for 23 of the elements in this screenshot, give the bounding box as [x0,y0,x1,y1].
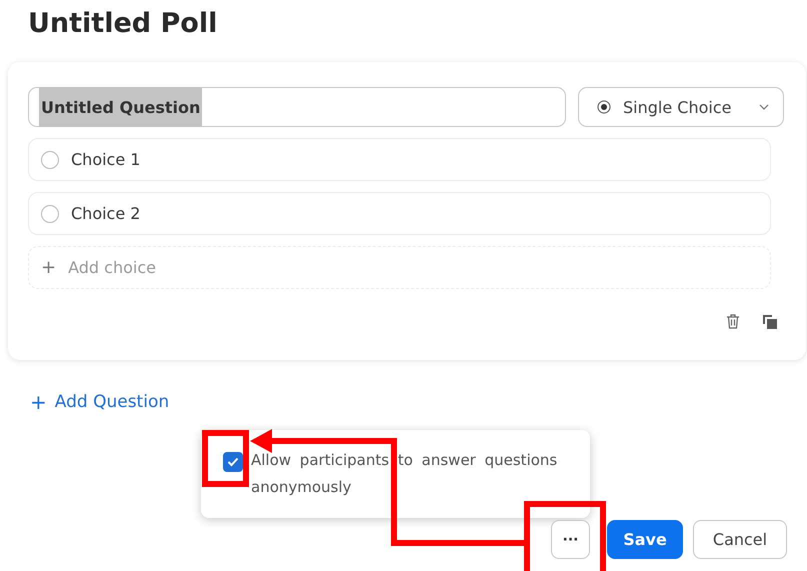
save-button[interactable]: Save [607,520,683,559]
question-type-dropdown[interactable]: Single Choice [578,87,784,127]
choice-label: Choice 1 [71,150,140,169]
checkmark-icon [227,457,239,467]
radio-icon [597,100,611,114]
cancel-button[interactable]: Cancel [693,520,787,559]
choice-label: Choice 2 [71,204,140,223]
highlight-box [202,430,249,487]
duplicate-icon[interactable] [762,314,778,330]
chevron-down-icon [759,104,769,110]
option-label: Allow participants to answer questions anonymously [251,450,558,498]
choice-field[interactable]: Choice 2 [28,192,771,235]
question-field[interactable]: Untitled Question [28,87,566,127]
checkbox[interactable] [223,452,243,472]
selected-text: Untitled Question [39,87,202,127]
radio-button[interactable] [41,150,59,168]
add-question-link[interactable]: + Add Question [30,390,170,414]
radio-button[interactable] [41,204,59,222]
poll-title: Untitled Poll [27,7,218,41]
choice-field[interactable]: Choice 1 [28,138,771,181]
trash-icon[interactable] [726,314,740,329]
more-button[interactable]: ··· [551,520,590,559]
add-choice-button[interactable]: + Add choice [28,246,771,289]
